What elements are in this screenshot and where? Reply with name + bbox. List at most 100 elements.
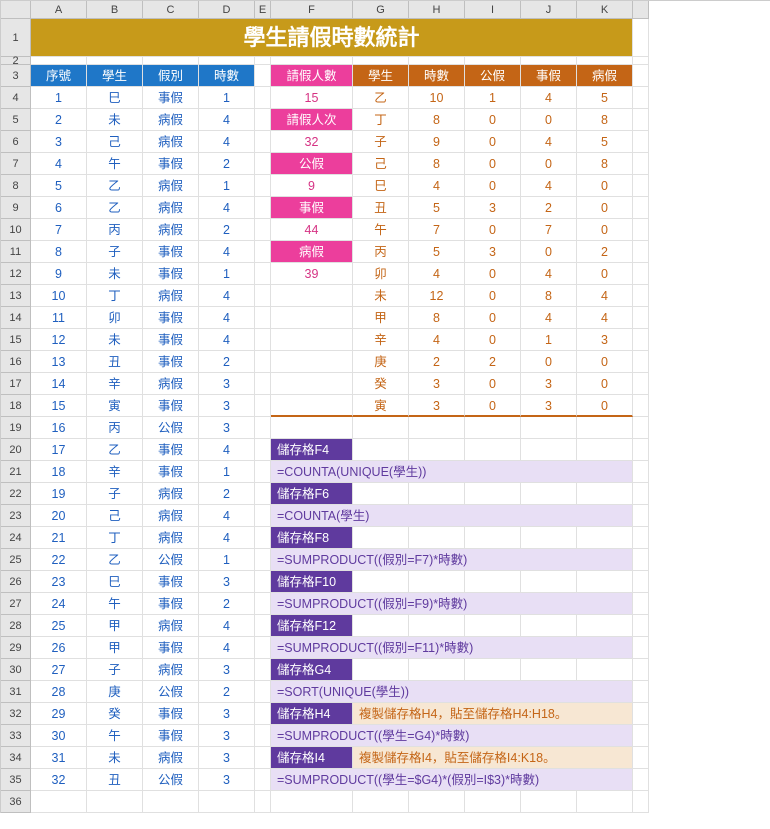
left-cell[interactable]: 病假 (143, 175, 199, 197)
left-cell[interactable]: 病假 (143, 747, 199, 769)
left-cell[interactable]: 病假 (143, 505, 199, 527)
right-cell[interactable]: 寅 (353, 395, 409, 417)
right-cell[interactable]: 0 (577, 351, 633, 373)
formula-text-5[interactable]: =SORT(UNIQUE(學生)) (271, 681, 633, 703)
row-header-32[interactable]: 32 (1, 703, 31, 725)
right-cell[interactable]: 12 (409, 285, 465, 307)
right-cell[interactable]: 0 (521, 109, 577, 131)
row-header-4[interactable]: 4 (1, 87, 31, 109)
left-cell[interactable]: 4 (199, 329, 255, 351)
right-cell[interactable]: 卯 (353, 263, 409, 285)
row-header-15[interactable]: 15 (1, 329, 31, 351)
right-cell[interactable]: 8 (577, 109, 633, 131)
left-cell[interactable]: 26 (31, 637, 87, 659)
right-cell[interactable]: 甲 (353, 307, 409, 329)
right-cell[interactable]: 3 (465, 197, 521, 219)
right-cell[interactable]: 3 (521, 373, 577, 395)
right-cell[interactable]: 0 (577, 395, 633, 417)
row-header-33[interactable]: 33 (1, 725, 31, 747)
col-header-J[interactable]: J (521, 1, 577, 19)
col-header-H[interactable]: H (409, 1, 465, 19)
left-cell[interactable]: 2 (199, 483, 255, 505)
col-header-I[interactable]: I (465, 1, 521, 19)
right-cell[interactable]: 4 (521, 307, 577, 329)
right-cell[interactable]: 未 (353, 285, 409, 307)
left-cell[interactable]: 20 (31, 505, 87, 527)
left-cell[interactable]: 事假 (143, 637, 199, 659)
row-header-27[interactable]: 27 (1, 593, 31, 615)
left-cell[interactable]: 癸 (87, 703, 143, 725)
right-cell[interactable]: 3 (409, 395, 465, 417)
row-header-26[interactable]: 26 (1, 571, 31, 593)
row-header-14[interactable]: 14 (1, 307, 31, 329)
right-cell[interactable]: 4 (409, 329, 465, 351)
left-cell[interactable]: 28 (31, 681, 87, 703)
col-header-C[interactable]: C (143, 1, 199, 19)
left-cell[interactable]: 3 (199, 725, 255, 747)
row-header-21[interactable]: 21 (1, 461, 31, 483)
right-cell[interactable]: 己 (353, 153, 409, 175)
left-cell[interactable]: 9 (31, 263, 87, 285)
right-cell[interactable]: 0 (465, 153, 521, 175)
left-cell[interactable]: 病假 (143, 373, 199, 395)
formula-text-2[interactable]: =SUMPRODUCT((假別=F7)*時數) (271, 549, 633, 571)
left-cell[interactable]: 3 (199, 747, 255, 769)
left-cell[interactable]: 2 (199, 681, 255, 703)
left-cell[interactable]: 子 (87, 241, 143, 263)
left-cell[interactable]: 丙 (87, 219, 143, 241)
left-cell[interactable]: 5 (31, 175, 87, 197)
left-cell[interactable]: 己 (87, 505, 143, 527)
left-cell[interactable]: 2 (199, 219, 255, 241)
left-cell[interactable]: 3 (199, 417, 255, 439)
left-cell[interactable]: 病假 (143, 197, 199, 219)
right-cell[interactable]: 2 (577, 241, 633, 263)
left-cell[interactable]: 事假 (143, 153, 199, 175)
left-cell[interactable]: 事假 (143, 351, 199, 373)
right-cell[interactable]: 8 (577, 153, 633, 175)
right-cell[interactable]: 3 (409, 373, 465, 395)
left-cell[interactable]: 辛 (87, 461, 143, 483)
row-header-2[interactable]: 2 (1, 57, 31, 65)
left-cell[interactable]: 11 (31, 307, 87, 329)
row-header-24[interactable]: 24 (1, 527, 31, 549)
row-header-3[interactable]: 3 (1, 65, 31, 87)
row-header-13[interactable]: 13 (1, 285, 31, 307)
left-cell[interactable]: 3 (31, 131, 87, 153)
left-cell[interactable]: 13 (31, 351, 87, 373)
left-cell[interactable]: 1 (199, 87, 255, 109)
right-cell[interactable]: 8 (409, 153, 465, 175)
col-header-E[interactable]: E (255, 1, 271, 19)
right-cell[interactable]: 0 (577, 263, 633, 285)
left-cell[interactable]: 卯 (87, 307, 143, 329)
right-cell[interactable]: 0 (465, 175, 521, 197)
row-header-1[interactable]: 1 (1, 19, 31, 57)
left-cell[interactable]: 丁 (87, 285, 143, 307)
col-header-A[interactable]: A (31, 1, 87, 19)
left-cell[interactable]: 己 (87, 131, 143, 153)
right-cell[interactable]: 0 (465, 131, 521, 153)
left-cell[interactable]: 未 (87, 747, 143, 769)
left-cell[interactable]: 公假 (143, 681, 199, 703)
right-cell[interactable]: 3 (465, 241, 521, 263)
right-cell[interactable]: 丑 (353, 197, 409, 219)
left-cell[interactable]: 未 (87, 329, 143, 351)
left-cell[interactable]: 3 (199, 703, 255, 725)
right-cell[interactable]: 4 (521, 87, 577, 109)
left-cell[interactable]: 子 (87, 483, 143, 505)
mid-value-1[interactable]: 32 (271, 131, 353, 153)
formula-text-6[interactable]: =SUMPRODUCT((學生=G4)*時數) (271, 725, 633, 747)
left-cell[interactable]: 21 (31, 527, 87, 549)
left-cell[interactable]: 丁 (87, 527, 143, 549)
left-cell[interactable]: 病假 (143, 131, 199, 153)
left-cell[interactable]: 病假 (143, 483, 199, 505)
left-cell[interactable]: 乙 (87, 549, 143, 571)
left-cell[interactable]: 庚 (87, 681, 143, 703)
right-cell[interactable]: 4 (577, 307, 633, 329)
left-cell[interactable]: 31 (31, 747, 87, 769)
left-cell[interactable]: 辛 (87, 373, 143, 395)
right-cell[interactable]: 3 (521, 395, 577, 417)
left-cell[interactable]: 23 (31, 571, 87, 593)
right-cell[interactable]: 0 (521, 153, 577, 175)
right-cell[interactable]: 2 (409, 351, 465, 373)
right-cell[interactable]: 0 (577, 219, 633, 241)
